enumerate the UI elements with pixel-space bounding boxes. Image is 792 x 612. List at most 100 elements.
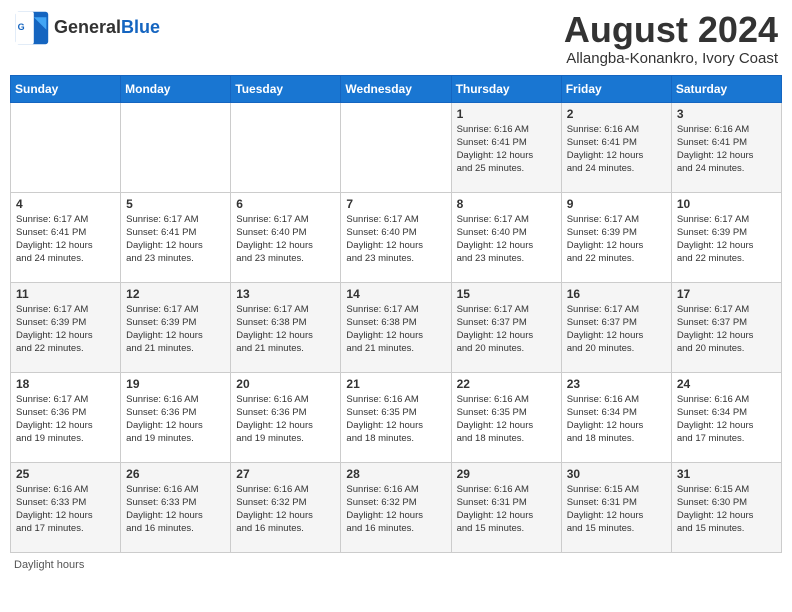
day-number: 2 [567, 107, 666, 121]
footer: Daylight hours [10, 559, 782, 571]
day-number: 28 [346, 467, 445, 481]
calendar-cell: 5 Sunrise: 6:17 AMSunset: 6:41 PMDaylight… [121, 192, 231, 282]
footer-text: Daylight hours [14, 559, 84, 571]
calendar-cell: 27Sunrise: 6:16 AMSunset: 6:32 PMDayligh… [231, 462, 341, 552]
col-header-wednesday: Wednesday [341, 75, 451, 102]
day-info: Sunrise: 6:16 AMSunset: 6:41 PMDaylight:… [677, 123, 776, 176]
day-number: 19 [126, 377, 225, 391]
day-info: Sunrise: 6:17 AMSunset: 6:38 PMDaylight:… [346, 303, 445, 356]
day-info: Sunrise: 6:15 AMSunset: 6:30 PMDaylight:… [677, 483, 776, 536]
day-info: Sunrise: 6:16 AMSunset: 6:36 PMDaylight:… [236, 393, 335, 446]
day-info: Sunrise: 6:16 AMSunset: 6:36 PMDaylight:… [126, 393, 225, 446]
calendar-cell [121, 102, 231, 192]
calendar-cell: 22 Sunrise: 6:16 AMSunset: 6:35 PMDayligh… [451, 372, 561, 462]
day-number: 8 [457, 197, 556, 211]
day-info: Sunrise: 6:16 AMSunset: 6:41 PMDaylight:… [567, 123, 666, 176]
day-number: 12 [126, 287, 225, 301]
day-number: 16 [567, 287, 666, 301]
calendar-cell: 19 Sunrise: 6:16 AMSunset: 6:36 PMDayligh… [121, 372, 231, 462]
calendar-cell: 2 Sunrise: 6:16 AMSunset: 6:41 PMDaylight… [561, 102, 671, 192]
day-number: 30 [567, 467, 666, 481]
calendar-cell: 26Sunrise: 6:16 AMSunset: 6:33 PMDayligh… [121, 462, 231, 552]
calendar-cell: 13Sunrise: 6:17 AMSunset: 6:38 PMDayligh… [231, 282, 341, 372]
day-info: Sunrise: 6:17 AMSunset: 6:37 PMDaylight:… [677, 303, 776, 356]
day-info: Sunrise: 6:16 AMSunset: 6:35 PMDaylight:… [346, 393, 445, 446]
calendar-cell: 12 Sunrise: 6:17 AMSunset: 6:39 PMDayligh… [121, 282, 231, 372]
day-number: 31 [677, 467, 776, 481]
day-info: Sunrise: 6:17 AMSunset: 6:40 PMDaylight:… [346, 213, 445, 266]
day-info: Sunrise: 6:16 AMSunset: 6:32 PMDaylight:… [236, 483, 335, 536]
calendar-cell: 7 Sunrise: 6:17 AMSunset: 6:40 PMDaylight… [341, 192, 451, 282]
page-header: G GeneralBlue August 2024 Allangba-Konan… [10, 10, 782, 67]
calendar-cell: 21Sunrise: 6:16 AMSunset: 6:35 PMDayligh… [341, 372, 451, 462]
svg-text:G: G [18, 22, 25, 32]
calendar-cell: 16 Sunrise: 6:17 AMSunset: 6:37 PMDayligh… [561, 282, 671, 372]
calendar-cell: 17 Sunrise: 6:17 AMSunset: 6:37 PMDayligh… [671, 282, 781, 372]
calendar-cell: 31 Sunrise: 6:15 AMSunset: 6:30 PMDayligh… [671, 462, 781, 552]
day-info: Sunrise: 6:16 AMSunset: 6:35 PMDaylight:… [457, 393, 556, 446]
day-number: 18 [16, 377, 115, 391]
calendar-cell: 15Sunrise: 6:17 AMSunset: 6:37 PMDayligh… [451, 282, 561, 372]
calendar-cell: 29Sunrise: 6:16 AMSunset: 6:31 PMDayligh… [451, 462, 561, 552]
day-info: Sunrise: 6:15 AMSunset: 6:31 PMDaylight:… [567, 483, 666, 536]
calendar-cell: 1 Sunrise: 6:16 AMSunset: 6:41 PMDaylight… [451, 102, 561, 192]
col-header-friday: Friday [561, 75, 671, 102]
calendar-cell: 10Sunrise: 6:17 AMSunset: 6:39 PMDayligh… [671, 192, 781, 282]
day-info: Sunrise: 6:16 AMSunset: 6:34 PMDaylight:… [567, 393, 666, 446]
calendar-cell: 4Sunrise: 6:17 AMSunset: 6:41 PMDaylight… [11, 192, 121, 282]
calendar-cell: 24 Sunrise: 6:16 AMSunset: 6:34 PMDayligh… [671, 372, 781, 462]
calendar-week-row: 4 Sunrise: 6:17 AMSunset: 6:41 PMDaylight… [11, 192, 782, 282]
logo: G GeneralBlue [14, 10, 160, 46]
day-number: 13 [236, 287, 335, 301]
day-info: Sunrise: 6:17 AMSunset: 6:37 PMDaylight:… [567, 303, 666, 356]
day-info: Sunrise: 6:17 AMSunset: 6:39 PMDaylight:… [677, 213, 776, 266]
day-number: 20 [236, 377, 335, 391]
calendar-week-row: 25 Sunrise: 6:16 AMSunset: 6:33 PMDayligh… [11, 462, 782, 552]
day-number: 11 [16, 287, 115, 301]
day-number: 24 [677, 377, 776, 391]
logo-text: GeneralBlue [54, 18, 160, 38]
day-number: 29 [457, 467, 556, 481]
calendar-cell: 25 Sunrise: 6:16 AMSunset: 6:33 PMDayligh… [11, 462, 121, 552]
day-number: 9 [567, 197, 666, 211]
calendar-cell: 18 Sunrise: 6:17 AMSunset: 6:36 PMDayligh… [11, 372, 121, 462]
day-number: 22 [457, 377, 556, 391]
day-number: 1 [457, 107, 556, 121]
calendar-cell: 8 Sunrise: 6:17 AMSunset: 6:40 PMDaylight… [451, 192, 561, 282]
day-number: 26 [126, 467, 225, 481]
day-number: 25 [16, 467, 115, 481]
calendar-cell: 28Sunrise: 6:16 AMSunset: 6:32 PMDayligh… [341, 462, 451, 552]
calendar-cell [231, 102, 341, 192]
calendar-title: August 2024 [564, 10, 778, 50]
day-number: 4 [16, 197, 115, 211]
day-number: 17 [677, 287, 776, 301]
calendar-week-row: 11 Sunrise: 6:17 AMSunset: 6:39 PMDayligh… [11, 282, 782, 372]
calendar-cell: 20 Sunrise: 6:16 AMSunset: 6:36 PMDayligh… [231, 372, 341, 462]
day-info: Sunrise: 6:17 AMSunset: 6:41 PMDaylight:… [126, 213, 225, 266]
calendar-cell: 3 Sunrise: 6:16 AMSunset: 6:41 PMDaylight… [671, 102, 781, 192]
col-header-tuesday: Tuesday [231, 75, 341, 102]
day-info: Sunrise: 6:17 AMSunset: 6:36 PMDaylight:… [16, 393, 115, 446]
calendar-cell: 14 Sunrise: 6:17 AMSunset: 6:38 PMDayligh… [341, 282, 451, 372]
day-info: Sunrise: 6:17 AMSunset: 6:40 PMDaylight:… [457, 213, 556, 266]
day-info: Sunrise: 6:16 AMSunset: 6:41 PMDaylight:… [457, 123, 556, 176]
title-area: August 2024 Allangba-Konankro, Ivory Coa… [564, 10, 778, 67]
calendar-cell [11, 102, 121, 192]
day-info: Sunrise: 6:17 AMSunset: 6:39 PMDaylight:… [126, 303, 225, 356]
day-number: 23 [567, 377, 666, 391]
col-header-sunday: Sunday [11, 75, 121, 102]
day-number: 15 [457, 287, 556, 301]
day-number: 3 [677, 107, 776, 121]
day-info: Sunrise: 6:16 AMSunset: 6:34 PMDaylight:… [677, 393, 776, 446]
day-number: 14 [346, 287, 445, 301]
day-number: 7 [346, 197, 445, 211]
day-info: Sunrise: 6:16 AMSunset: 6:33 PMDaylight:… [16, 483, 115, 536]
day-number: 5 [126, 197, 225, 211]
calendar-subtitle: Allangba-Konankro, Ivory Coast [564, 50, 778, 67]
calendar-week-row: 18 Sunrise: 6:17 AMSunset: 6:36 PMDayligh… [11, 372, 782, 462]
calendar-week-row: 1 Sunrise: 6:16 AMSunset: 6:41 PMDaylight… [11, 102, 782, 192]
col-header-thursday: Thursday [451, 75, 561, 102]
calendar-cell: 6Sunrise: 6:17 AMSunset: 6:40 PMDaylight… [231, 192, 341, 282]
day-number: 6 [236, 197, 335, 211]
calendar-cell [341, 102, 451, 192]
